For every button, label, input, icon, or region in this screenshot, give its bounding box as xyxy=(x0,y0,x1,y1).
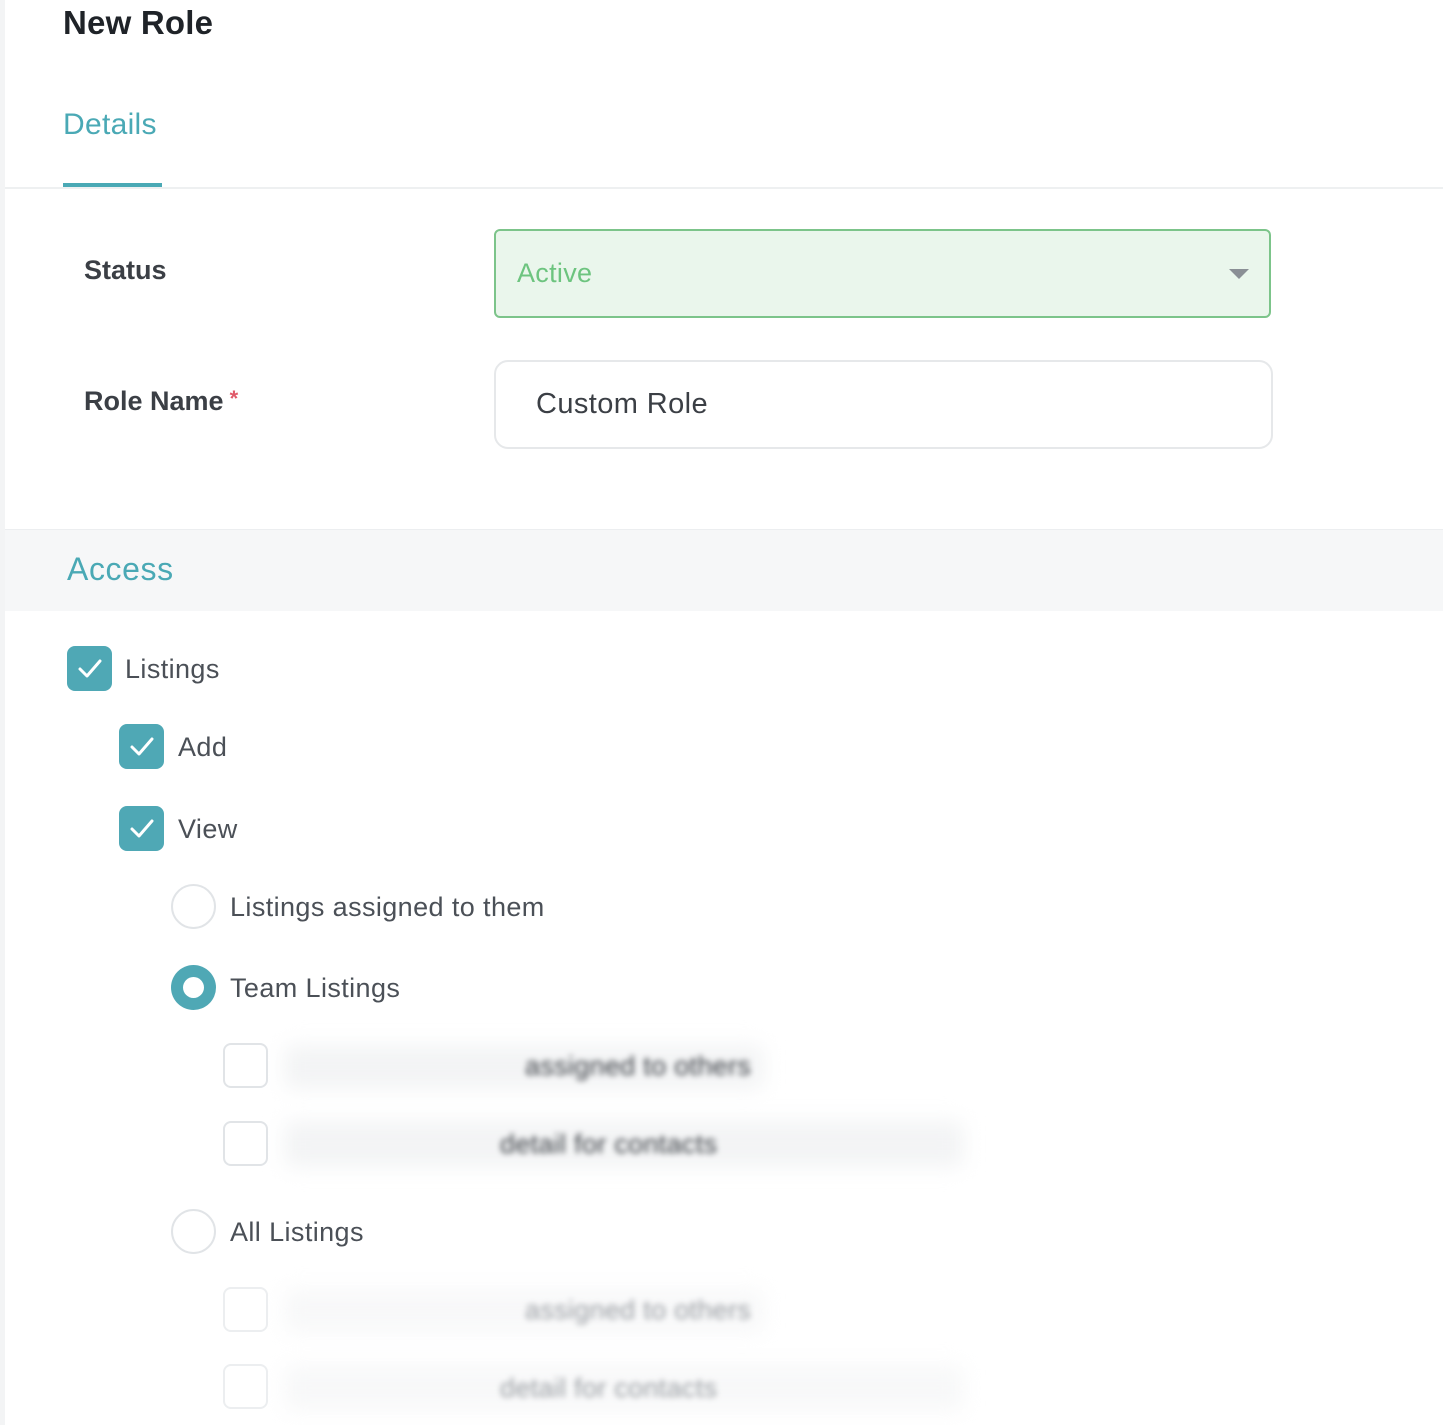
tabs-divider xyxy=(5,187,1443,189)
required-asterisk: * xyxy=(229,386,239,411)
check-icon xyxy=(78,659,102,678)
status-select[interactable]: Active xyxy=(494,229,1271,318)
team-sub-checkbox-2[interactable] xyxy=(223,1121,268,1166)
role-name-label: Role Name * xyxy=(84,386,238,417)
add-checkbox[interactable] xyxy=(119,724,164,769)
radio-assigned-to-them-label: Listings assigned to them xyxy=(230,892,545,922)
chevron-down-icon xyxy=(1229,269,1249,279)
check-icon xyxy=(130,819,154,838)
access-section-header: Access xyxy=(5,529,1443,611)
role-name-input[interactable] xyxy=(494,360,1273,449)
all-sub-checkbox-1[interactable] xyxy=(223,1287,268,1332)
new-role-page: New Role Details Status Active Role Name… xyxy=(0,0,1443,1425)
check-icon xyxy=(130,737,154,756)
team-sub-label-1: assigned to others xyxy=(525,1051,752,1081)
all-sub-checkbox-2[interactable] xyxy=(223,1364,268,1409)
radio-assigned-to-them[interactable] xyxy=(171,884,216,929)
all-sub-label-1: assigned to others xyxy=(525,1295,752,1325)
team-sub-checkbox-1[interactable] xyxy=(223,1043,268,1088)
radio-team-listings-label: Team Listings xyxy=(230,973,401,1003)
radio-team-listings[interactable] xyxy=(171,965,216,1010)
tab-details[interactable]: Details xyxy=(63,108,157,142)
left-edge-divider xyxy=(0,0,5,1425)
add-label: Add xyxy=(178,732,228,762)
radio-all-listings-label: All Listings xyxy=(230,1217,364,1247)
all-sub-label-2: detail for contacts xyxy=(500,1373,718,1403)
status-label: Status xyxy=(84,255,167,285)
view-label: View xyxy=(178,814,238,844)
access-title: Access xyxy=(67,551,174,587)
listings-checkbox[interactable] xyxy=(67,646,112,691)
team-sub-label-2: detail for contacts xyxy=(500,1129,718,1159)
view-checkbox[interactable] xyxy=(119,806,164,851)
role-name-label-text: Role Name xyxy=(84,386,224,416)
radio-all-listings[interactable] xyxy=(171,1209,216,1254)
status-value: Active xyxy=(517,258,593,288)
radio-selected-dot xyxy=(183,977,204,998)
page-title: New Role xyxy=(63,4,214,41)
listings-label: Listings xyxy=(125,654,220,684)
